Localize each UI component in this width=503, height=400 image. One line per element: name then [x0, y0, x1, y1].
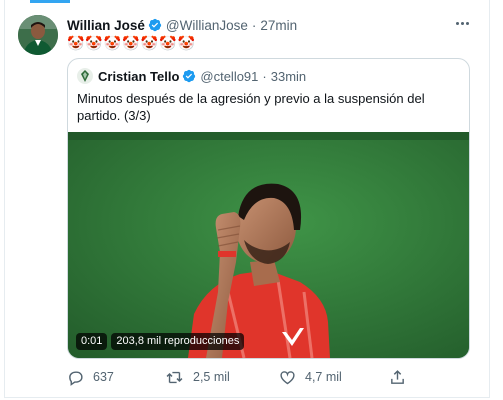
video-overlay: 0:01 203,8 mil reproducciones — [76, 333, 245, 350]
tweet-text: 🤡🤡🤡🤡🤡🤡🤡 — [67, 35, 197, 51]
author-handle[interactable]: @WillianJose — [166, 18, 248, 33]
author-name[interactable]: Willian José — [67, 18, 145, 33]
tweet-header: Willian José @WillianJose · 27min — [67, 16, 297, 34]
tweet-actions: 637 2,5 mil 4,7 mil — [67, 366, 417, 388]
like-count: 4,7 mil — [305, 370, 342, 384]
author-avatar[interactable] — [18, 15, 58, 55]
retweet-icon — [166, 371, 183, 383]
share-icon — [391, 369, 404, 384]
video-elapsed-time: 0:01 — [76, 333, 108, 350]
quoted-author-avatar — [77, 68, 93, 84]
tab-indicator — [30, 0, 70, 3]
video-frame — [68, 132, 469, 358]
verified-badge-icon — [148, 18, 162, 32]
separator-dot: · — [251, 17, 257, 33]
heart-icon — [280, 370, 295, 384]
like-button[interactable]: 4,7 mil — [279, 366, 342, 388]
tweet-timestamp[interactable]: 27min — [260, 18, 297, 33]
retweet-button[interactable]: 2,5 mil — [165, 366, 230, 388]
quoted-tweet-text: Minutos después de la agresión y previo … — [77, 91, 425, 123]
retweet-count: 2,5 mil — [193, 370, 230, 384]
reply-button[interactable]: 637 — [67, 366, 114, 388]
reply-count: 637 — [93, 370, 114, 384]
quoted-author-handle: @ctello91 — [200, 68, 259, 84]
quoted-tweet[interactable]: Cristian Tello @ctello91 · 33min Minutos… — [67, 58, 470, 359]
video-player[interactable]: 0:01 203,8 mil reproducciones — [68, 132, 469, 358]
more-horizontal-icon[interactable] — [452, 13, 472, 33]
video-view-count: 203,8 mil reproducciones — [111, 333, 245, 350]
share-button[interactable] — [389, 366, 415, 388]
verified-badge-icon — [183, 69, 196, 83]
separator-dot: · — [262, 68, 267, 84]
quoted-author-name: Cristian Tello — [98, 68, 180, 84]
quoted-timestamp: 33min — [270, 68, 307, 84]
reply-icon — [69, 370, 83, 386]
quoted-tweet-header: Cristian Tello @ctello91 · 33min — [77, 68, 306, 84]
